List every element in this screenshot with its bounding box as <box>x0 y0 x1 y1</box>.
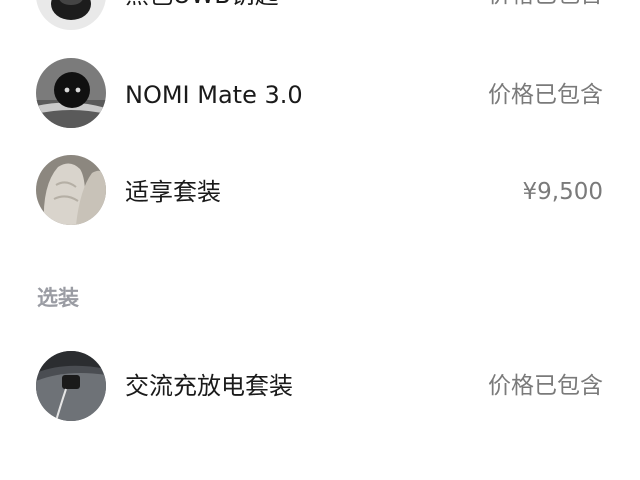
item-price: 价格已包含 <box>488 373 603 399</box>
seat-thumb <box>36 155 106 225</box>
item-name: 适享套装 <box>125 178 221 206</box>
item-name: NOMI Mate 3.0 <box>125 81 303 109</box>
nomi-robot-thumb <box>36 58 106 128</box>
uwb-key-thumb <box>36 0 106 30</box>
item-name: 交流充放电套装 <box>125 372 293 400</box>
nomi-robot-icon <box>36 58 106 128</box>
item-name: 黑色UWB钥匙 <box>125 0 279 10</box>
charger-icon <box>36 351 106 421</box>
list-item-comfort-package[interactable]: 适享套装 ¥9,500 <box>0 155 640 227</box>
list-item-ac-charging-kit[interactable]: 交流充放电套装 价格已包含 <box>0 351 640 423</box>
item-price: 价格已包含 <box>488 82 603 108</box>
charger-thumb <box>36 351 106 421</box>
list-item-uwb-key[interactable]: 黑色UWB钥匙 价格已包含 <box>0 0 640 32</box>
uwb-key-icon <box>36 0 106 30</box>
section-title-optional: 选装 <box>37 286 79 310</box>
seat-icon <box>36 155 106 225</box>
option-list-page: 黑色UWB钥匙 价格已包含 NOMI Mate 3.0 价格已包含 <box>0 0 640 480</box>
list-item-nomi-mate[interactable]: NOMI Mate 3.0 价格已包含 <box>0 58 640 130</box>
item-price: ¥9,500 <box>522 179 603 205</box>
item-price: 价格已包含 <box>488 0 603 10</box>
